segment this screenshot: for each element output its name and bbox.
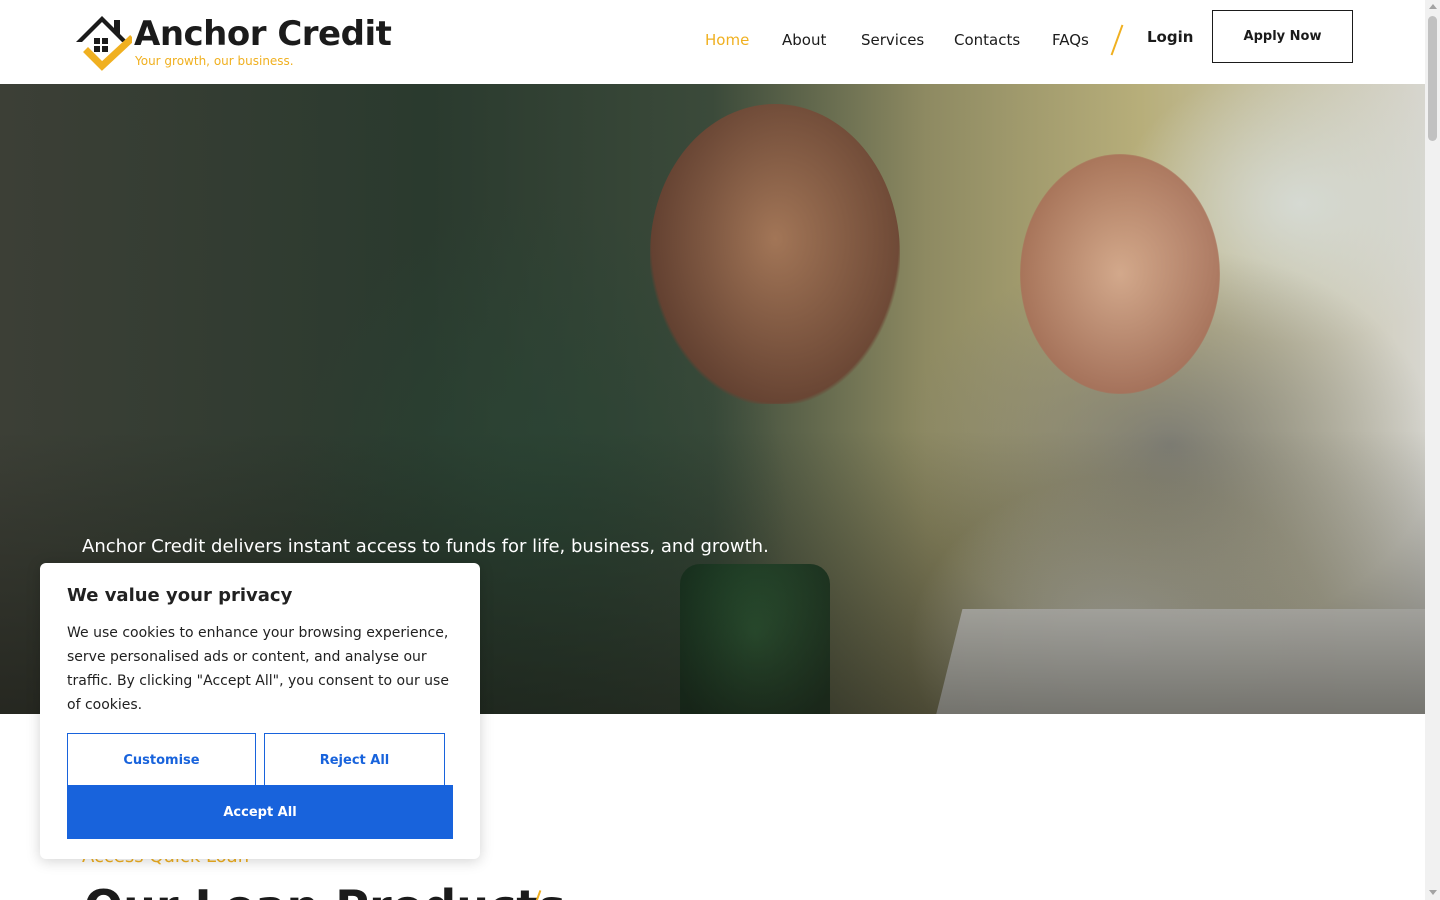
customise-button[interactable]: Customise <box>67 733 256 787</box>
arrow-up-icon[interactable] <box>1429 4 1437 9</box>
nav-about[interactable]: About <box>782 31 826 53</box>
cookie-consent-dialog: We value your privacy We use cookies to … <box>40 563 480 859</box>
login-link[interactable]: Login <box>1147 28 1193 46</box>
nav-home[interactable]: Home <box>705 31 749 53</box>
house-check-logo-icon <box>76 16 132 71</box>
brand-logo[interactable]: Anchor Credit Your growth, our business. <box>74 12 394 72</box>
brand-tagline: Your growth, our business. <box>135 54 294 68</box>
accept-all-button[interactable]: Accept All <box>67 785 453 839</box>
nav-contacts[interactable]: Contacts <box>954 31 1020 53</box>
page-scrollbar[interactable] <box>1425 0 1440 900</box>
apply-now-button[interactable]: Apply Now <box>1212 10 1353 63</box>
site-header: Anchor Credit Your growth, our business.… <box>0 0 1425 84</box>
brand-name: Anchor Credit <box>134 14 392 54</box>
reject-all-button[interactable]: Reject All <box>264 733 445 787</box>
nav-divider <box>1110 24 1124 56</box>
cookie-description: We use cookies to enhance your browsing … <box>67 625 449 713</box>
cookie-title: We value your privacy <box>67 585 293 606</box>
nav-services[interactable]: Services <box>861 31 924 53</box>
scrollbar-thumb[interactable] <box>1428 16 1437 141</box>
arrow-down-icon[interactable] <box>1429 890 1437 895</box>
nav-faqs[interactable]: FAQs <box>1052 31 1089 53</box>
hero-tagline: Anchor Credit delivers instant access to… <box>82 536 769 557</box>
section-title: Our Loan Products <box>84 880 566 900</box>
